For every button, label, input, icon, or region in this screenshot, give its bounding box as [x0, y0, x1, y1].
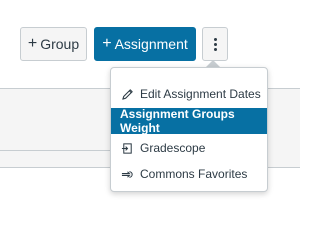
kebab-vertical-icon: [213, 37, 217, 51]
toolbar: + Group + Assignment: [0, 27, 300, 61]
menu-item-gradescope[interactable]: Gradescope: [111, 135, 267, 161]
menu-item-edit-assignment-dates[interactable]: Edit Assignment Dates: [111, 81, 267, 107]
add-assignment-label: Assignment: [114, 36, 188, 52]
plus-icon: +: [102, 35, 112, 52]
commons-icon: [120, 167, 134, 181]
menu-item-label: Edit Assignment Dates: [140, 87, 261, 101]
list-divider: [0, 150, 120, 151]
add-assignment-button[interactable]: + Assignment: [94, 27, 196, 61]
menu-item-commons-favorites[interactable]: Commons Favorites: [111, 161, 267, 187]
menu-item-label: Commons Favorites: [140, 167, 248, 181]
more-options-button[interactable]: [202, 27, 228, 61]
menu-item-label: Assignment Groups Weight: [120, 107, 235, 135]
more-options-menu: Edit Assignment Dates Assignment Groups …: [110, 67, 268, 192]
add-group-button[interactable]: + Group: [20, 27, 87, 61]
plus-icon: +: [27, 35, 38, 52]
menu-item-label: Gradescope: [140, 141, 206, 155]
menu-item-assignment-groups-weight[interactable]: Assignment Groups Weight: [111, 107, 267, 135]
external-tool-icon: [120, 141, 134, 155]
pencil-icon: [120, 87, 134, 101]
add-group-label: Group: [40, 36, 80, 52]
